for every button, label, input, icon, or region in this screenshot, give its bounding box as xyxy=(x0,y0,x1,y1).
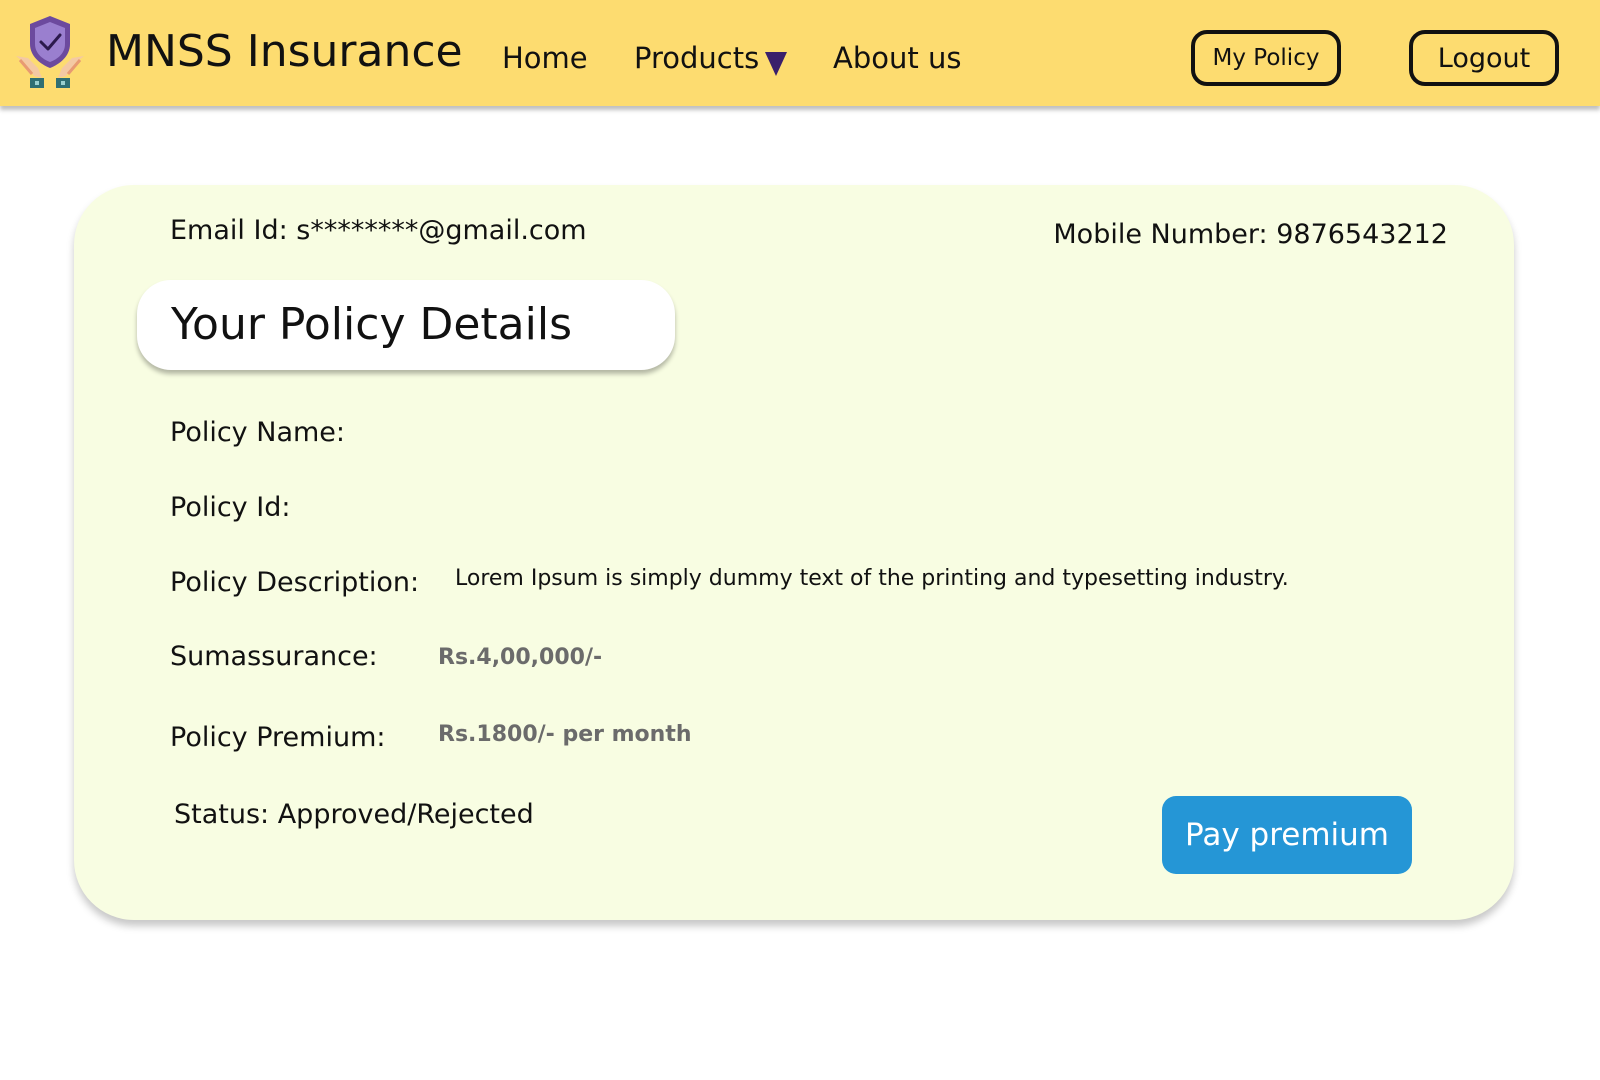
email-id: Email Id: s********@gmail.com xyxy=(170,215,587,246)
policy-name-label: Policy Name: xyxy=(170,417,345,448)
sumassurance-value: Rs.4,00,000/- xyxy=(438,645,603,670)
nav-about-label: About us xyxy=(833,41,962,75)
shield-check-hands-icon[interactable] xyxy=(14,14,86,92)
page-title: Your Policy Details xyxy=(171,299,573,350)
sumassurance-label: Sumassurance: xyxy=(170,641,378,672)
page-title-box: Your Policy Details xyxy=(137,280,675,370)
policy-description-value: Lorem Ipsum is simply dummy text of the … xyxy=(455,566,1289,591)
pay-premium-button[interactable]: Pay premium xyxy=(1162,796,1412,874)
nav-products-label: Products xyxy=(634,41,760,75)
nav-home-label: Home xyxy=(502,41,588,75)
policy-status: Status: Approved/Rejected xyxy=(174,799,534,830)
policy-premium-value: Rs.1800/- per month xyxy=(438,722,692,747)
caret-down-icon xyxy=(765,52,788,76)
nav-products-dropdown[interactable]: Products xyxy=(634,38,788,78)
top-navbar: MNSS Insurance Home Products About us My… xyxy=(0,0,1600,106)
mobile-number: Mobile Number: 9876543212 xyxy=(1053,219,1448,250)
brand-name: MNSS Insurance xyxy=(106,26,463,77)
nav-about[interactable]: About us xyxy=(833,38,961,78)
policy-card: Email Id: s********@gmail.com Mobile Num… xyxy=(74,185,1514,920)
nav-home[interactable]: Home xyxy=(502,38,588,78)
logout-button[interactable]: Logout xyxy=(1409,30,1559,86)
policy-description-label: Policy Description: xyxy=(170,567,420,598)
policy-id-label: Policy Id: xyxy=(170,492,291,523)
my-policy-button[interactable]: My Policy xyxy=(1191,30,1341,86)
policy-premium-label: Policy Premium: xyxy=(170,722,386,753)
